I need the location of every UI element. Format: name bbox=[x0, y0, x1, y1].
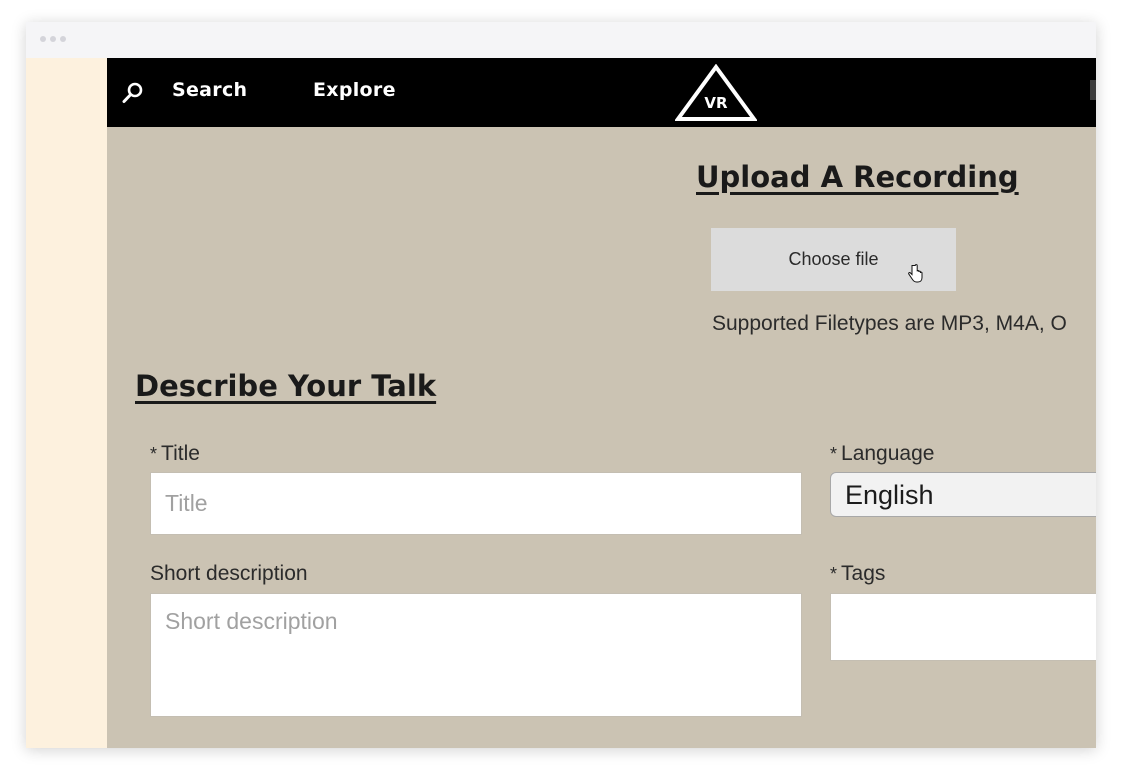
required-mark: * bbox=[830, 444, 838, 464]
top-navbar: Search Explore VR bbox=[107, 58, 1096, 127]
title-input[interactable] bbox=[150, 472, 802, 535]
upload-page: Search Explore VR Upload A Recording Cho… bbox=[107, 58, 1096, 748]
required-mark: * bbox=[830, 564, 838, 584]
title-label-text: Title bbox=[161, 442, 200, 465]
short-description-label: Short description bbox=[150, 562, 308, 585]
tags-label: * Tags bbox=[830, 562, 885, 586]
left-margin-strip bbox=[26, 58, 107, 748]
language-label: * Language bbox=[830, 442, 934, 466]
vr-logo[interactable]: VR bbox=[674, 63, 758, 122]
title-label: * Title bbox=[150, 442, 200, 466]
window-control-dot[interactable] bbox=[40, 36, 46, 42]
language-select[interactable]: English bbox=[830, 472, 1096, 517]
tags-input[interactable] bbox=[830, 593, 1096, 661]
nav-explore-link[interactable]: Explore bbox=[313, 79, 396, 101]
nav-search-link[interactable]: Search bbox=[172, 79, 247, 101]
window-titlebar bbox=[26, 22, 1096, 58]
tags-label-text: Tags bbox=[841, 562, 886, 585]
pointer-cursor-icon bbox=[907, 264, 923, 284]
required-mark: * bbox=[150, 444, 158, 464]
window-control-dot[interactable] bbox=[60, 36, 66, 42]
describe-heading: Describe Your Talk bbox=[135, 369, 437, 403]
supported-filetypes-text: Supported Filetypes are MP3, M4A, O bbox=[712, 312, 1067, 335]
upload-heading: Upload A Recording bbox=[696, 160, 1019, 194]
window-controls bbox=[40, 36, 66, 42]
logo-text: VR bbox=[704, 94, 728, 112]
browser-window: Search Explore VR Upload A Recording Cho… bbox=[26, 22, 1096, 748]
language-label-text: Language bbox=[841, 442, 935, 465]
search-icon[interactable] bbox=[121, 81, 145, 105]
window-control-dot[interactable] bbox=[50, 36, 56, 42]
short-description-input[interactable] bbox=[150, 593, 802, 717]
nav-overflow-item[interactable] bbox=[1090, 80, 1096, 100]
